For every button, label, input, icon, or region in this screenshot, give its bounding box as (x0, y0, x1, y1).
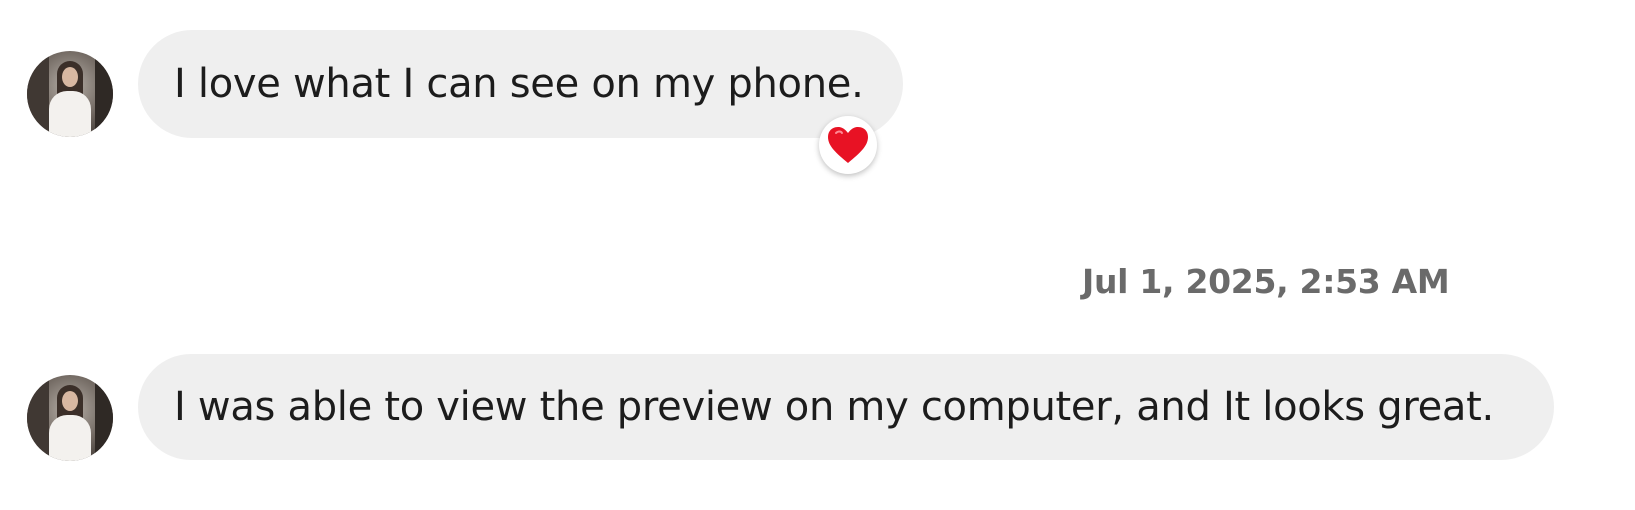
heart-reaction[interactable] (819, 116, 877, 174)
message-text: I was able to view the preview on my com… (174, 384, 1494, 430)
avatar[interactable] (27, 375, 113, 461)
message-thread: I love what I can see on my phone. Jul 1… (0, 0, 1635, 510)
heart-icon (828, 127, 868, 163)
message-timestamp: Jul 1, 2025, 2:53 AM (1082, 262, 1450, 301)
message-text: I love what I can see on my phone. (174, 61, 864, 107)
message-bubble[interactable]: I was able to view the preview on my com… (138, 354, 1554, 460)
message-bubble[interactable]: I love what I can see on my phone. (138, 30, 903, 138)
avatar[interactable] (27, 51, 113, 137)
